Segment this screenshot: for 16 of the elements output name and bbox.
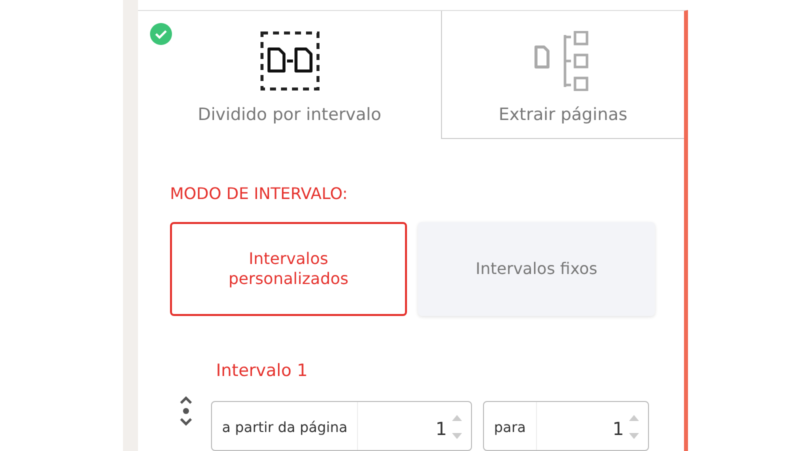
range-mode-button[interactable]: Intervalos personalizados [170,222,407,316]
field-label: a partir da página [221,419,348,438]
split-range-icon [260,31,320,91]
page-range-field[interactable]: para 1 [483,401,649,451]
spinner-icon[interactable] [628,414,640,440]
tab-label: Extrair páginas [498,105,628,125]
range-mode-button[interactable]: Intervalos fixos [418,222,655,316]
drag-handle-icon[interactable] [178,395,194,427]
range-title: Intervalo 1 [216,361,309,381]
check-icon [149,22,173,46]
tab-label: Dividido por intervalo [198,105,382,125]
spinner-icon[interactable] [451,414,463,440]
field-label: para [493,419,527,438]
page-range-field[interactable]: a partir da página 1 [211,401,472,451]
mode-tab[interactable]: Extrair páginas [441,11,684,139]
section-title: MODO DE INTERVALO: [170,184,349,203]
